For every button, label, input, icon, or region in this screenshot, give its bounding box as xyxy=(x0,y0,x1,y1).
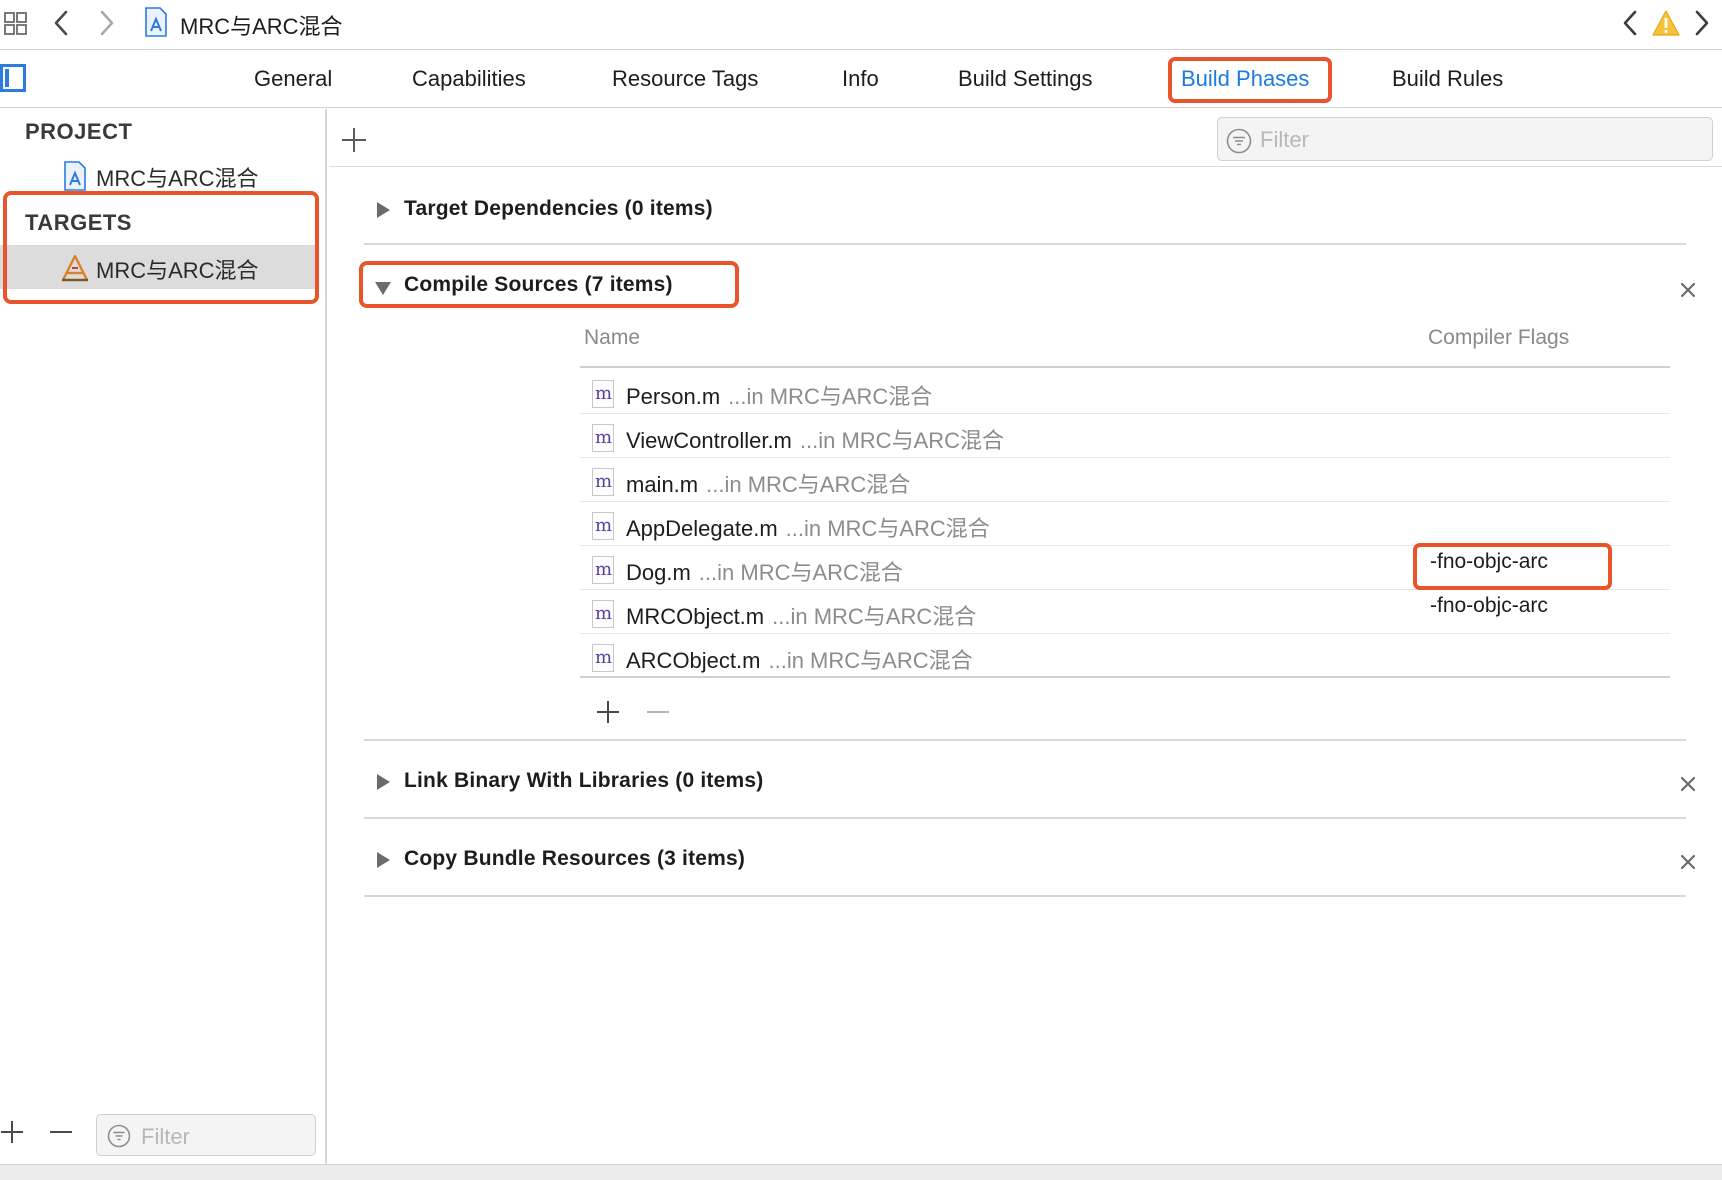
phases-filter-input[interactable]: Filter xyxy=(1217,117,1713,161)
filter-icon xyxy=(1226,128,1252,154)
column-header-compiler-flags[interactable]: Compiler Flags xyxy=(1428,326,1569,350)
navigator-filter-input[interactable]: Filter xyxy=(96,1114,316,1156)
column-header-name[interactable]: Name xyxy=(584,326,640,350)
annotation-highlight-compile-sources xyxy=(359,261,739,308)
annotation-highlight-build-phases xyxy=(1168,57,1332,103)
file-name: AppDelegate.m xyxy=(626,516,778,541)
chevron-right-icon[interactable] xyxy=(92,8,120,38)
phase-target-dependencies[interactable]: Target Dependencies (0 items) xyxy=(364,189,1686,233)
tab-resource-tags[interactable]: Resource Tags xyxy=(612,66,758,92)
breadcrumb[interactable]: MRC与ARC混合 xyxy=(180,9,343,41)
file-name: ARCObject.m xyxy=(626,648,761,673)
tab-build-settings[interactable]: Build Settings xyxy=(958,66,1093,92)
table-row[interactable]: m ARCObject.m ...in MRC与ARC混合 xyxy=(580,634,1670,678)
editor-tab-bar: General Capabilities Resource Tags Info … xyxy=(0,51,1722,108)
remove-icon[interactable] xyxy=(646,700,670,724)
phase-copy-bundle-resources[interactable]: Copy Bundle Resources (3 items) xyxy=(364,839,1696,883)
close-icon[interactable] xyxy=(1679,281,1697,299)
navigator-footer: Filter xyxy=(0,1102,327,1162)
file-name: main.m xyxy=(626,472,699,497)
sidebar-toggle-icon[interactable] xyxy=(0,64,26,92)
close-icon[interactable] xyxy=(1679,853,1697,871)
tab-general[interactable]: General xyxy=(254,66,332,92)
xcode-project-icon xyxy=(145,7,167,37)
phase-divider xyxy=(364,243,1686,245)
chevron-right-icon[interactable] xyxy=(1688,8,1714,38)
add-icon[interactable] xyxy=(0,1120,24,1144)
warning-triangle-icon[interactable] xyxy=(1651,9,1681,37)
table-row[interactable]: m ViewController.m ...in MRC与ARC混合 xyxy=(580,414,1670,458)
file-name: ViewController.m xyxy=(626,428,792,453)
table-footer xyxy=(580,688,1670,732)
phase-title: Target Dependencies (0 items) xyxy=(404,197,713,220)
annotation-highlight-targets xyxy=(3,191,319,304)
objc-file-icon: m xyxy=(592,468,614,496)
phase-divider xyxy=(364,739,1686,741)
related-items-grid-icon[interactable] xyxy=(4,12,28,36)
file-location: ...in MRC与ARC混合 xyxy=(698,560,903,585)
file-name: MRCObject.m xyxy=(626,604,765,629)
close-icon[interactable] xyxy=(1679,775,1697,793)
chevron-left-icon[interactable] xyxy=(48,8,76,38)
filter-icon xyxy=(107,1124,131,1148)
annotation-highlight-compiler-flag xyxy=(1413,543,1612,590)
file-name: Dog.m xyxy=(626,560,691,585)
disclosure-triangle-collapsed-icon[interactable] xyxy=(374,773,392,791)
file-location: ...in MRC与ARC混合 xyxy=(768,648,973,673)
objc-file-icon: m xyxy=(592,556,614,584)
table-header: Name Compiler Flags xyxy=(580,320,1670,368)
objc-file-icon: m xyxy=(592,424,614,452)
phase-divider xyxy=(364,895,1686,897)
objc-file-icon: m xyxy=(592,644,614,672)
phase-title: Link Binary With Libraries (0 items) xyxy=(404,769,764,792)
project-section-header: PROJECT xyxy=(25,119,133,144)
remove-icon[interactable] xyxy=(48,1120,74,1144)
compiler-flags-cell[interactable]: -fno-objc-arc xyxy=(1430,594,1548,618)
project-item-label: MRC与ARC混合 xyxy=(96,166,259,191)
jump-bar: MRC与ARC混合 xyxy=(0,0,1722,50)
phase-link-binary[interactable]: Link Binary With Libraries (0 items) xyxy=(364,761,1696,805)
table-row[interactable]: m Person.m ...in MRC与ARC混合 xyxy=(580,370,1670,414)
table-row[interactable]: m main.m ...in MRC与ARC混合 xyxy=(580,458,1670,502)
disclosure-triangle-collapsed-icon[interactable] xyxy=(374,851,392,869)
chevron-left-icon[interactable] xyxy=(1618,8,1644,38)
phase-divider xyxy=(364,817,1686,819)
phase-title: Copy Bundle Resources (3 items) xyxy=(404,847,746,870)
filter-placeholder: Filter xyxy=(141,1124,190,1149)
file-name: Person.m xyxy=(626,384,721,409)
filter-placeholder: Filter xyxy=(1260,127,1309,152)
tab-capabilities[interactable]: Capabilities xyxy=(412,66,526,92)
file-location: ...in MRC与ARC混合 xyxy=(706,472,911,497)
tab-info[interactable]: Info xyxy=(842,66,879,92)
add-icon[interactable] xyxy=(596,700,620,724)
add-build-phase-icon[interactable] xyxy=(341,127,367,153)
file-location: ...in MRC与ARC混合 xyxy=(772,604,977,629)
xcode-project-icon xyxy=(64,161,86,191)
objc-file-icon: m xyxy=(592,600,614,628)
file-location: ...in MRC与ARC混合 xyxy=(728,384,933,409)
table-row[interactable]: m MRCObject.m ...in MRC与ARC混合 -fno-objc-a… xyxy=(580,590,1670,634)
tab-build-rules[interactable]: Build Rules xyxy=(1392,66,1503,92)
window-bottom-edge xyxy=(0,1164,1722,1180)
disclosure-triangle-collapsed-icon[interactable] xyxy=(374,201,392,219)
objc-file-icon: m xyxy=(592,380,614,408)
phases-toolbar: Filter xyxy=(329,109,1722,167)
file-location: ...in MRC与ARC混合 xyxy=(785,516,990,541)
table-row[interactable]: m AppDelegate.m ...in MRC与ARC混合 xyxy=(580,502,1670,546)
file-location: ...in MRC与ARC混合 xyxy=(799,428,1005,453)
objc-file-icon: m xyxy=(592,512,614,540)
